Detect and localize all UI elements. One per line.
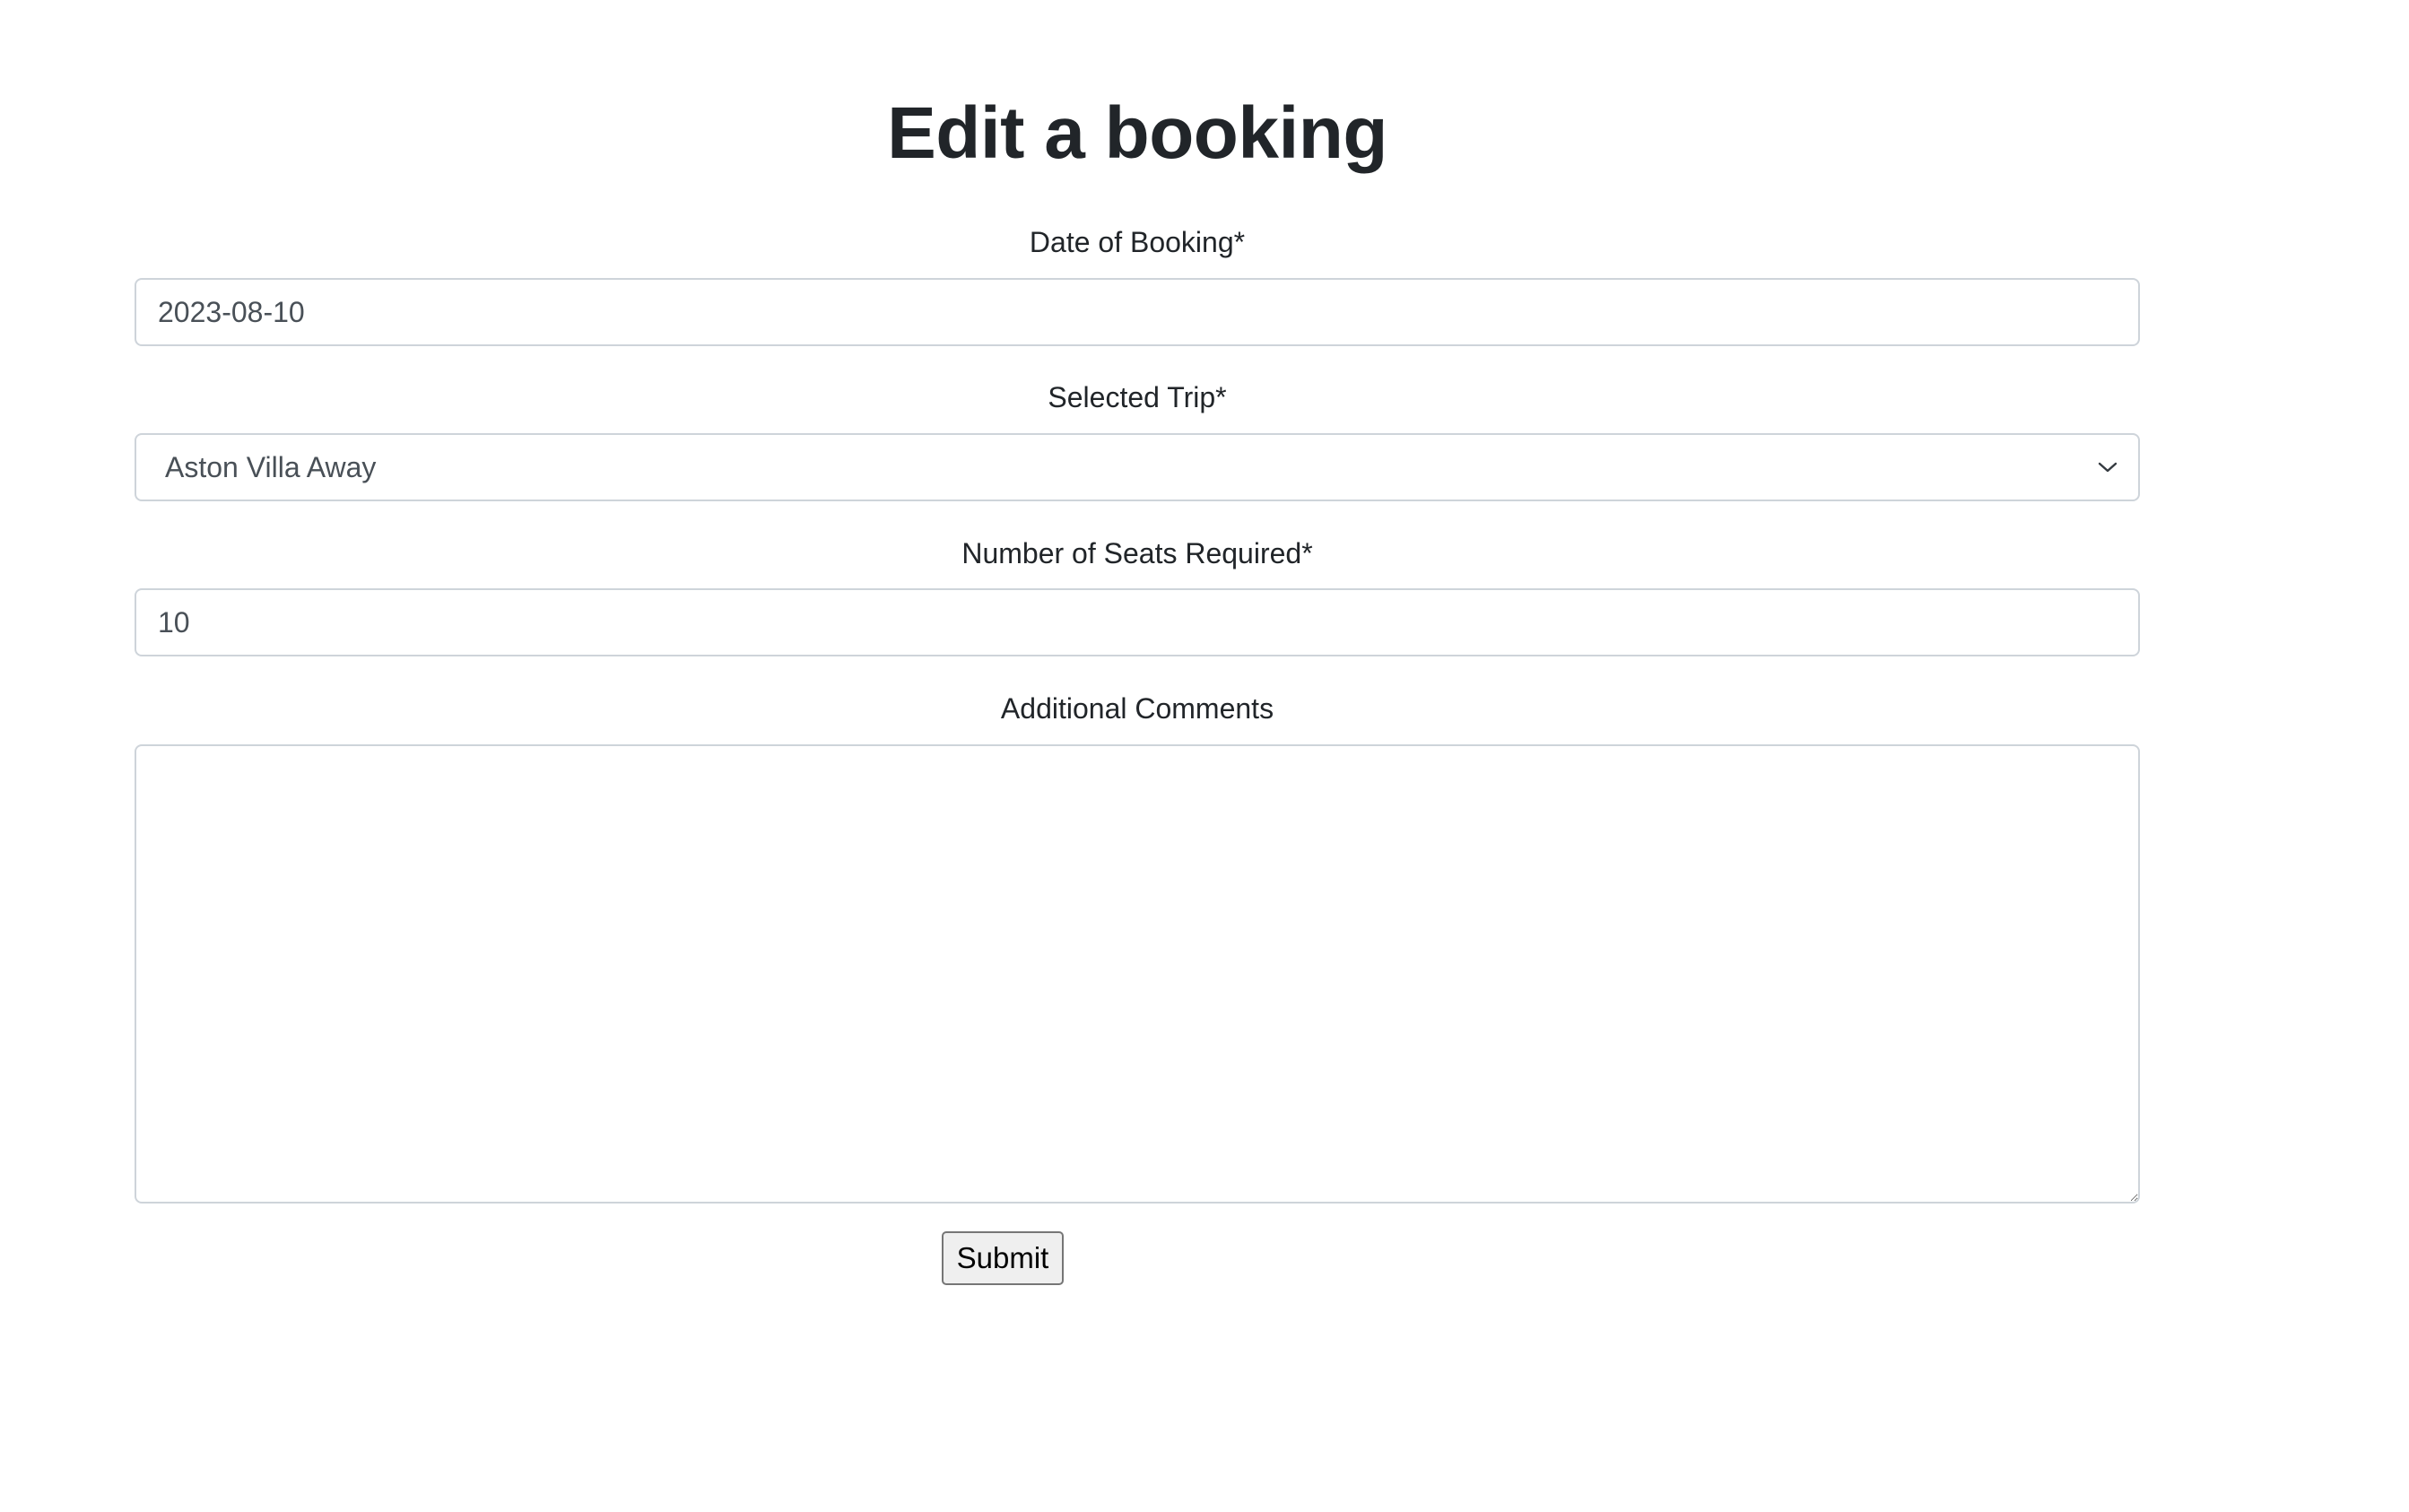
number-of-seats-input[interactable] (135, 588, 2140, 656)
date-of-booking-label: Date of Booking* (1029, 226, 1246, 258)
submit-button[interactable]: Submit (942, 1231, 1064, 1285)
selected-trip-select[interactable]: Aston Villa Away (135, 433, 2140, 501)
date-of-booking-input[interactable] (135, 278, 2140, 346)
page: Edit a booking Date of Booking* Selected… (0, 0, 2409, 1512)
additional-comments-label: Additional Comments (1000, 692, 1274, 725)
page-title: Edit a booking (887, 92, 1387, 174)
chevron-down-icon (2095, 455, 2120, 480)
number-of-seats-label: Number of Seats Required* (961, 537, 1313, 569)
selected-trip-label: Selected Trip* (1048, 381, 1227, 413)
selected-trip-value: Aston Villa Away (165, 451, 377, 483)
additional-comments-textarea[interactable] (135, 744, 2140, 1204)
